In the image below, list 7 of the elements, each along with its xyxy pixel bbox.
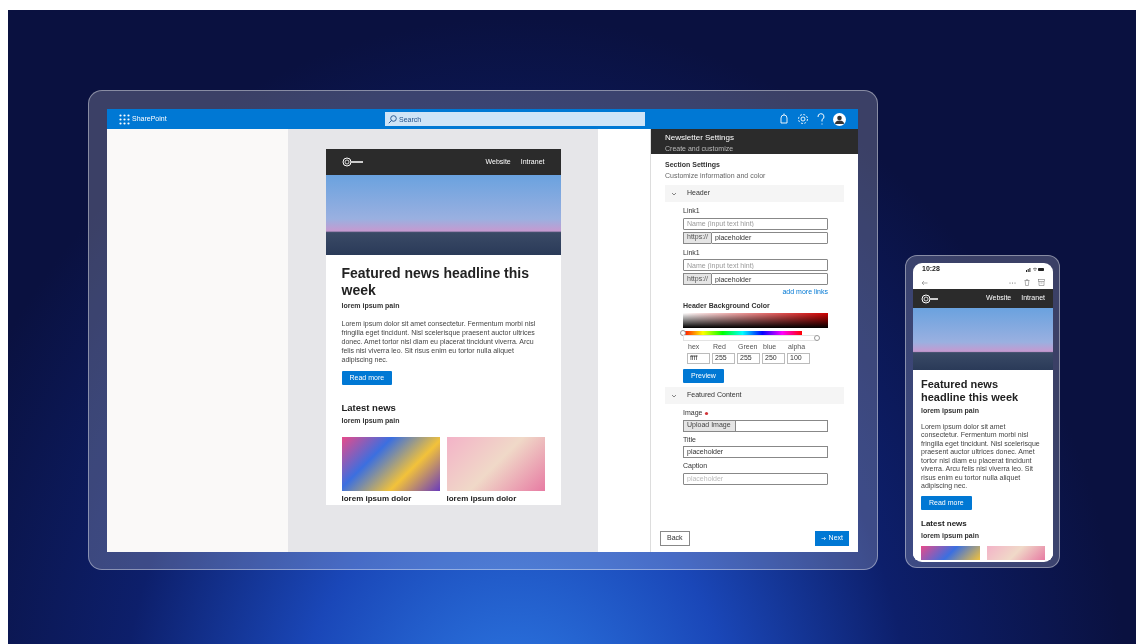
section-title: Latest news: [341, 401, 397, 415]
card-title: lorem ipsum dolor: [341, 492, 413, 505]
card-title: lorem ipsum dolor: [446, 492, 518, 505]
headline: Featured news headline this week: [341, 265, 530, 299]
section-title: Latest news: [921, 518, 968, 530]
headline: Featured news headline this week: [921, 378, 1020, 404]
panel-title: Newsletter Settings: [665, 132, 735, 144]
